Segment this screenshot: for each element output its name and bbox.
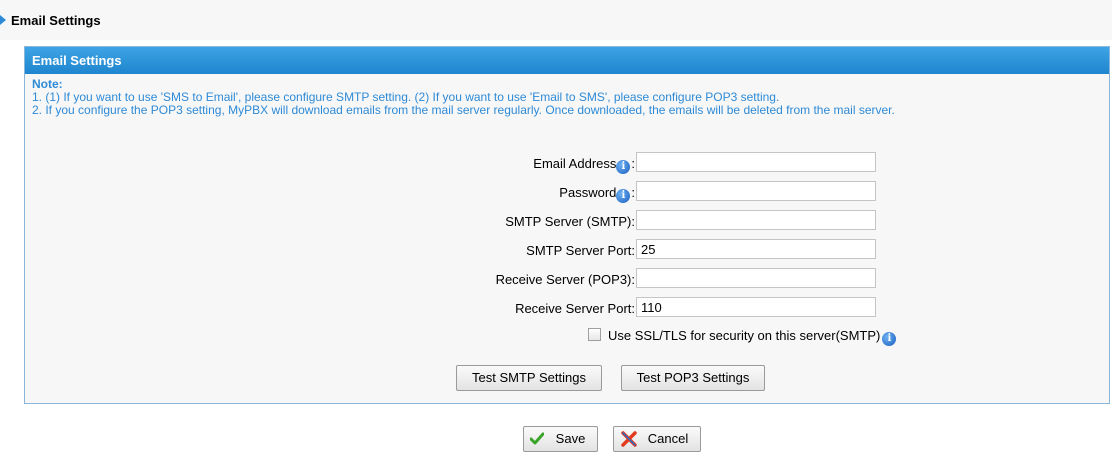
arrow-right-icon xyxy=(0,15,6,25)
smtp-server-label: SMTP Server (SMTP): xyxy=(505,214,635,229)
ssl-checkbox[interactable] xyxy=(588,328,601,341)
cancel-button[interactable]: Cancel xyxy=(613,426,701,452)
ssl-row: Use SSL/TLS for security on this server(… xyxy=(588,328,897,348)
test-pop3-button[interactable]: Test POP3 Settings xyxy=(621,365,765,391)
email-address-row: Email Address i: xyxy=(25,152,1111,174)
pop3-server-row: Receive Server (POP3): xyxy=(25,268,1111,290)
smtp-port-row: SMTP Server Port: xyxy=(25,239,1111,261)
ssl-label: Use SSL/TLS for security on this server(… xyxy=(608,328,881,343)
info-icon[interactable]: i xyxy=(616,160,631,174)
note: Note: 1. (1) If you want to use 'SMS to … xyxy=(25,74,1109,117)
note-line-2: 2. If you configure the POP3 setting, My… xyxy=(32,103,895,117)
smtp-port-input[interactable] xyxy=(636,239,876,259)
pop3-server-label: Receive Server (POP3): xyxy=(495,272,635,287)
info-icon[interactable]: i xyxy=(882,332,897,346)
save-label: Save xyxy=(555,431,586,446)
x-icon xyxy=(621,431,637,447)
pop3-port-row: Receive Server Port: xyxy=(25,297,1111,319)
email-settings-panel: Email Settings Note: 1. (1) If you want … xyxy=(24,46,1110,404)
smtp-server-row: SMTP Server (SMTP): xyxy=(25,210,1111,232)
page-title: Email Settings xyxy=(11,13,101,28)
smtp-server-input[interactable] xyxy=(636,210,876,230)
email-address-input[interactable] xyxy=(636,152,876,172)
test-smtp-button[interactable]: Test SMTP Settings xyxy=(456,365,602,391)
panel-header: Email Settings xyxy=(25,47,1109,74)
pop3-port-input[interactable] xyxy=(636,297,876,317)
smtp-port-label: SMTP Server Port: xyxy=(526,243,635,258)
info-icon[interactable]: i xyxy=(616,189,631,203)
save-button[interactable]: Save xyxy=(523,426,598,452)
cancel-label: Cancel xyxy=(647,431,689,446)
pop3-server-input[interactable] xyxy=(636,268,876,288)
password-row: Password i: xyxy=(25,181,1111,203)
page-header: Email Settings xyxy=(0,0,1112,40)
password-input[interactable] xyxy=(636,181,876,201)
check-icon xyxy=(530,432,544,445)
pop3-port-label: Receive Server Port: xyxy=(515,301,635,316)
email-address-label: Email Address i: xyxy=(533,156,635,174)
password-label: Password i: xyxy=(559,185,635,203)
